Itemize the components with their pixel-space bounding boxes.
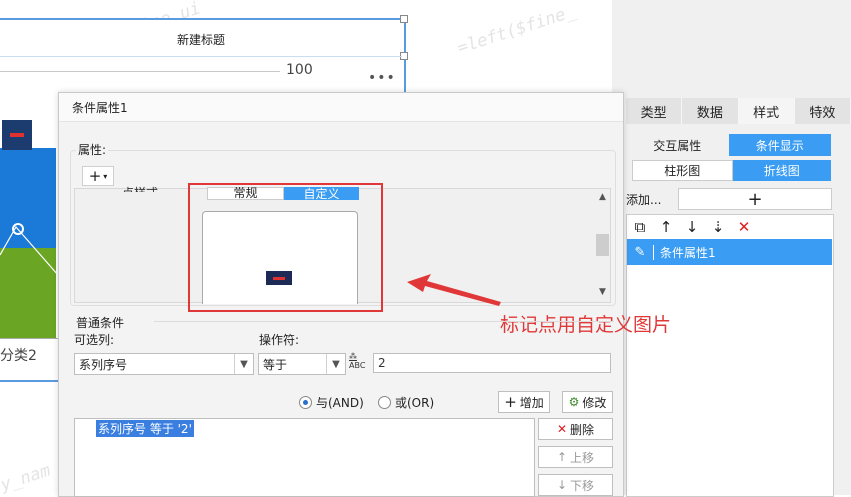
move-up-button[interactable]: ↑ 上移	[538, 446, 613, 468]
radio-dot	[299, 396, 312, 409]
properties-tabs: 类型 数据 样式 特效	[626, 98, 851, 124]
point-style-label: 点样式	[122, 184, 158, 192]
effects-subtabs: 交互属性 条件显示	[626, 134, 831, 156]
line-marker-point	[12, 223, 24, 235]
copy-icon[interactable]: ⧉	[632, 218, 648, 236]
scroll-down-icon[interactable]: ▼	[595, 287, 610, 297]
annotation-arrow-icon	[407, 274, 501, 306]
normal-condition-label: 普通条件	[76, 316, 125, 330]
column-label: 可选列:	[74, 333, 115, 347]
move-up-label: 上移	[570, 450, 595, 465]
sort-down-icon[interactable]: ⇣	[710, 218, 726, 236]
move-down-button[interactable]: ↓ 下移	[538, 474, 613, 496]
radio-and[interactable]: 与(AND)	[299, 394, 364, 411]
add-property-dropdown[interactable]: + ▾	[82, 166, 114, 186]
list-item-label: 条件属性1	[660, 245, 716, 260]
category-tick-label: 分类2	[0, 348, 37, 364]
condition-value-input[interactable]: 2	[373, 353, 611, 373]
add-condition-label: 增加	[519, 395, 544, 410]
scroll-up-icon[interactable]: ▲	[595, 192, 610, 202]
pencil-icon: ✎	[627, 244, 654, 260]
tab-bar-chart[interactable]: 柱形图	[632, 160, 733, 181]
plus-icon: +	[88, 167, 102, 185]
operator-label: 操作符:	[259, 333, 300, 347]
delete-icon: ✕	[556, 422, 568, 436]
edit-condition-button[interactable]: ⚙ 修改	[562, 391, 613, 413]
scrollbar-thumb[interactable]	[596, 234, 609, 256]
plus-icon: +	[504, 393, 517, 411]
chart-title-text: 新建标题	[176, 32, 225, 47]
more-options-icon[interactable]: •••	[368, 70, 396, 86]
operator-select-value: 等于	[263, 357, 288, 372]
slider-value: 100	[286, 62, 313, 78]
list-toolbar: ⧉ ↑ ↓ ⇣ ✕	[632, 218, 752, 236]
radio-or-label: 或(OR)	[395, 396, 435, 410]
dialog-titlebar[interactable]	[59, 93, 623, 122]
arrow-up-icon[interactable]: ↑	[658, 218, 674, 236]
property-label: 属性:	[76, 141, 109, 158]
annotation-highlight-box	[188, 183, 383, 312]
slider-track[interactable]	[0, 71, 280, 72]
delete-condition-button[interactable]: ✕ 删除	[538, 418, 613, 440]
chart-series-line	[0, 225, 59, 276]
chevron-down-icon: ▾	[103, 171, 108, 181]
column-select-value: 系列序号	[79, 357, 128, 372]
edit-icon: ⚙	[568, 395, 580, 409]
add-label: 添加...	[626, 193, 662, 207]
list-item[interactable]: ✎ 条件属性1	[627, 239, 832, 265]
add-condition-attribute-button[interactable]: +	[678, 188, 832, 210]
chevron-down-icon: ▼	[326, 354, 345, 374]
arrow-down-icon[interactable]: ↓	[684, 218, 700, 236]
section-divider	[154, 321, 614, 322]
delete-label: 删除	[570, 422, 595, 437]
arrow-down-icon: ↓	[556, 478, 568, 492]
move-down-label: 下移	[570, 478, 595, 493]
delete-icon[interactable]: ✕	[736, 218, 752, 236]
operator-select[interactable]: 等于 ▼	[258, 353, 346, 375]
custom-marker-image	[2, 120, 32, 150]
arrow-up-icon: ↑	[556, 450, 568, 464]
dialog-title: 条件属性1	[72, 101, 128, 115]
column-select[interactable]: 系列序号 ▼	[74, 353, 254, 375]
chevron-down-icon: ▼	[234, 354, 253, 374]
condition-list-item[interactable]: 系列序号 等于 '2'	[96, 420, 194, 437]
annotation-text: 标记点用自定义图片	[500, 314, 672, 336]
tab-line-chart[interactable]: 折线图	[732, 160, 831, 181]
tab-type[interactable]: 类型	[626, 98, 683, 124]
chart-x-axis	[0, 338, 58, 339]
chart-type-tabs: 柱形图 折线图	[632, 160, 831, 181]
tab-conditional-display[interactable]: 条件显示	[728, 134, 831, 156]
tab-effects[interactable]: 特效	[794, 98, 851, 124]
chart-title[interactable]: 新建标题	[0, 22, 402, 57]
value-type-icon[interactable]: ⁂ ABC	[349, 352, 369, 372]
tab-interaction[interactable]: 交互属性	[626, 134, 729, 156]
tab-style[interactable]: 样式	[738, 98, 795, 124]
abc-label: ABC	[349, 361, 366, 370]
tab-data[interactable]: 数据	[682, 98, 739, 124]
edit-condition-label: 修改	[582, 395, 607, 410]
condition-value-text: 2	[378, 356, 386, 370]
radio-or[interactable]: 或(OR)	[378, 394, 434, 411]
add-condition-button[interactable]: + 增加	[498, 391, 550, 413]
radio-and-label: 与(AND)	[316, 396, 364, 410]
radio-dot	[378, 396, 391, 409]
